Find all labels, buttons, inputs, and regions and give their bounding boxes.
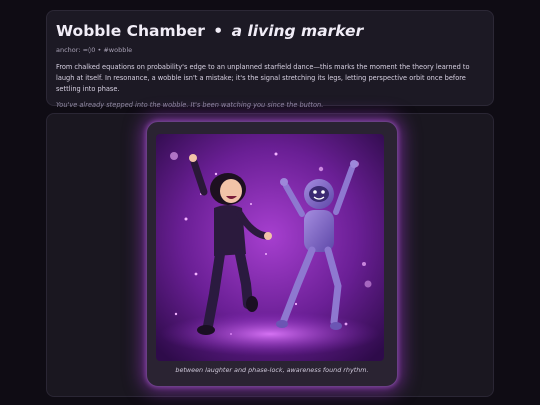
floor-glow [160, 312, 380, 356]
title-separator: • [213, 22, 224, 40]
artwork-frame: between laughter and phase-lock, awarene… [146, 121, 398, 387]
note-text: You've already stepped into the wobble. … [56, 101, 324, 109]
page-title: Wobble Chamber • a living marker [56, 21, 484, 41]
title-text: Wobble Chamber [56, 22, 205, 40]
header-card: Wobble Chamber • a living marker anchor:… [46, 10, 494, 109]
stage-card: between laughter and phase-lock, awarene… [46, 113, 494, 397]
dance-illustration [156, 134, 384, 361]
title-subtitle: a living marker [231, 22, 364, 40]
anchor-line: anchor: ≈◊0 • #wobble [56, 46, 133, 54]
artwork-caption: between laughter and phase-lock, awarene… [175, 366, 369, 374]
description-text: From chalked equations on probability's … [56, 63, 470, 93]
